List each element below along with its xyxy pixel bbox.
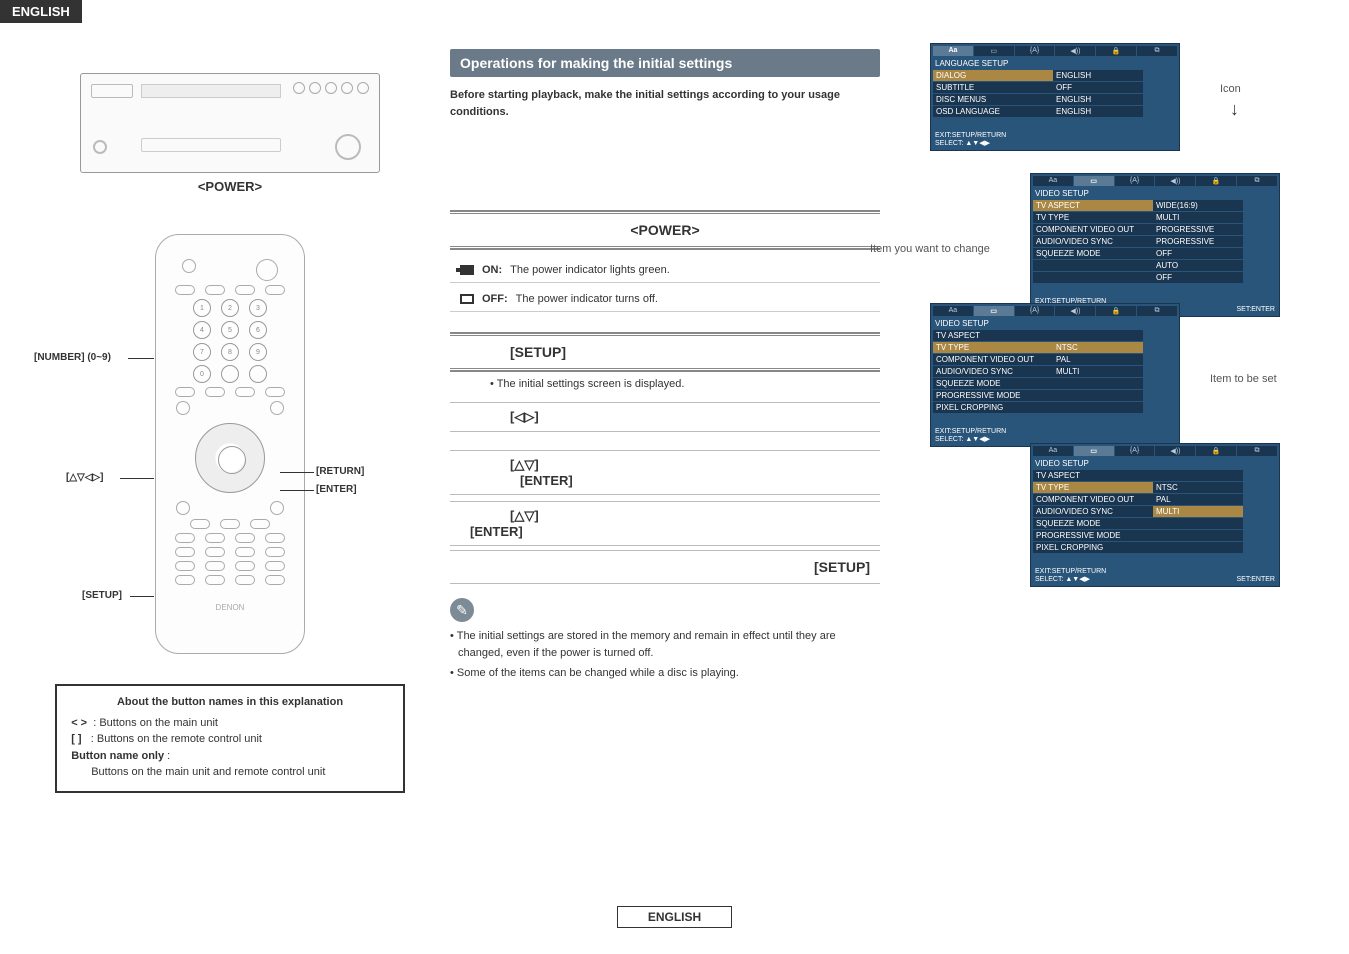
on-label: ON:: [482, 264, 502, 276]
note-2: Some of the items can be changed while a…: [450, 665, 880, 682]
device-illustration: [80, 73, 380, 173]
callout-arrows: [△▽◁▷]: [66, 472, 103, 483]
off-text: The power indicator turns off.: [516, 293, 658, 305]
label-icon: Icon: [1220, 83, 1241, 95]
osd-language-setup: Aa▭{A}◀))🔒⧉LANGUAGE SETUPDIALOGENGLISHSU…: [930, 43, 1180, 151]
arrow-down-icon: ↓: [1230, 99, 1239, 120]
left-column: <POWER> 123 456 789 0: [40, 43, 420, 793]
right-column: Icon ↓ Item you want to change Item to b…: [910, 43, 1309, 793]
about-sym-bracket: [ ]: [71, 733, 81, 745]
step-setup: [SETUP]: [450, 335, 880, 369]
about-txt-angle: : Buttons on the main unit: [93, 717, 218, 729]
label-item-change: Item you want to change: [870, 243, 990, 255]
middle-column: Operations for making the initial settin…: [450, 43, 880, 793]
plug-on-icon: [460, 265, 474, 275]
callout-setup: [SETUP]: [82, 590, 122, 601]
about-sym-angle: < >: [71, 717, 87, 729]
note-1: The initial settings are stored in the m…: [450, 628, 880, 661]
about-txt-bracket: : Buttons on the remote control unit: [91, 733, 262, 745]
about-box: About the button names in this explanati…: [55, 684, 405, 793]
about-name-only: Button name only: [71, 750, 164, 762]
notes-list: The initial settings are stored in the m…: [450, 628, 880, 682]
label-item-set: Item to be set: [1210, 373, 1277, 385]
callout-enter: [ENTER]: [316, 484, 357, 495]
power-label: <POWER>: [40, 179, 420, 194]
about-name-only-txt: Buttons on the main unit and remote cont…: [71, 764, 389, 781]
osd-video-setup-2: Aa▭{A}◀))🔒⧉VIDEO SETUPTV ASPECTTV TYPENT…: [930, 303, 1180, 447]
remote-illustration: 123 456 789 0 DENON: [155, 234, 305, 654]
section-title: Operations for making the initial settin…: [450, 49, 880, 77]
plug-off-icon: [460, 294, 474, 304]
setup-note: • The initial settings screen is display…: [450, 378, 880, 390]
page-footer: ENGLISH: [0, 910, 1349, 924]
note-icon: ✎: [450, 598, 474, 622]
osd-video-setup-1: Aa▭{A}◀))🔒⧉VIDEO SETUPTV ASPECTWIDE(16:9…: [1030, 173, 1280, 317]
step-ud-enter2: [△▽] [ENTER]: [450, 501, 880, 546]
lead-text: Before starting playback, make the initi…: [450, 87, 880, 120]
callout-number: [NUMBER] (0~9): [34, 352, 111, 363]
osd-video-setup-3: Aa▭{A}◀))🔒⧉VIDEO SETUPTV ASPECTTV TYPENT…: [1030, 443, 1280, 587]
about-title: About the button names in this explanati…: [71, 694, 389, 711]
power-on-row: ON: The power indicator lights green.: [450, 258, 880, 283]
step-lr: [◁▷]: [450, 402, 880, 432]
step-ud1: [△▽]: [510, 457, 539, 472]
on-text: The power indicator lights green.: [510, 264, 670, 276]
remote-brand: DENON: [156, 603, 304, 612]
footer-language: ENGLISH: [617, 906, 732, 928]
step-enter1: [ENTER]: [510, 473, 573, 488]
step-power: <POWER>: [450, 213, 880, 247]
header-language-tab: ENGLISH: [0, 0, 82, 23]
power-off-row: OFF: The power indicator turns off.: [450, 287, 880, 312]
step-ud2: [△▽]: [470, 508, 539, 523]
step-setup-end: [SETUP]: [450, 550, 880, 584]
step-enter2: [ENTER]: [470, 524, 523, 539]
off-label: OFF:: [482, 293, 508, 305]
step-ud-enter1: [△▽] [ENTER]: [450, 450, 880, 495]
callout-return: [RETURN]: [316, 466, 364, 477]
